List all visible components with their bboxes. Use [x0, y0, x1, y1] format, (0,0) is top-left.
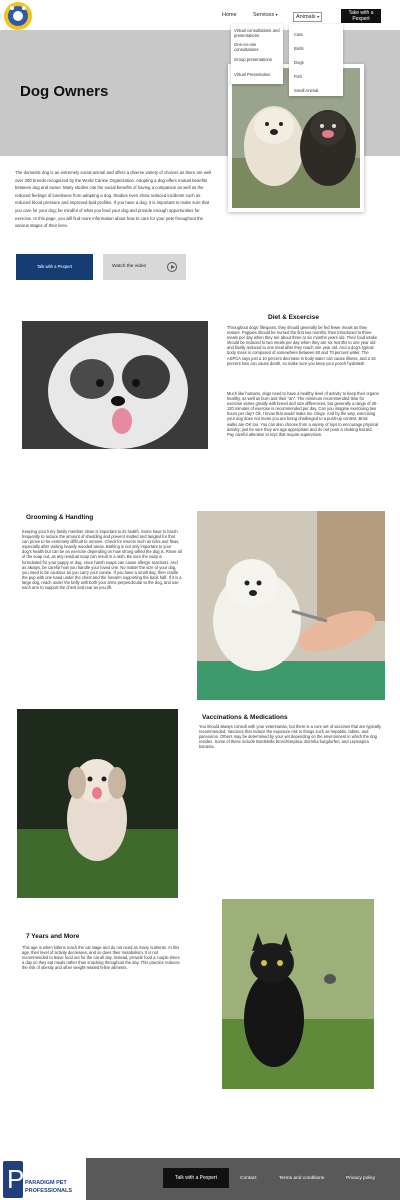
diet-paragraph-1: Throughout dogs' lifespans, they should … — [227, 325, 378, 366]
services-item-virtual-consultations[interactable]: Virtual consultations and presentations — [234, 28, 280, 38]
diet-section-title: Diet & Excercise — [268, 314, 319, 321]
running-puppy-image — [17, 709, 178, 898]
grooming-paragraph: Keeping your furry family member clean i… — [22, 529, 182, 591]
chevron-down-icon: ▾ — [317, 14, 320, 19]
site-logo[interactable] — [0, 0, 36, 32]
footer-privacy-link[interactable]: Privacy policy — [346, 1176, 375, 1181]
footer-terms-link[interactable]: Terms and conditions — [279, 1176, 324, 1181]
animals-item-birds[interactable]: Birds — [294, 46, 304, 51]
grooming-section-title: Grooming & Handling — [26, 514, 94, 521]
services-dropdown: Virtual consultations and presentations … — [231, 24, 283, 84]
animals-item-dogs[interactable]: Dogs — [294, 60, 304, 65]
animals-item-cats[interactable]: Cats — [294, 32, 303, 37]
animals-item-small-animal[interactable]: Small Animal — [294, 88, 318, 93]
chevron-down-icon: ▾ — [275, 12, 278, 17]
nav-animals-label: Animals — [296, 14, 316, 20]
talk-with-pexpert-button[interactable]: Talk with a Pexpert — [16, 254, 93, 280]
seven-years-paragraph: This age is when kittens reach the cat s… — [22, 945, 180, 971]
shih-tzu-image — [22, 321, 208, 449]
footer-logo-line1: PARADIGM PET — [25, 1180, 67, 1186]
nav-animals-menu[interactable]: Animals ▾ — [293, 12, 323, 22]
watch-video-label: Watch the video — [112, 264, 147, 269]
hero-intro-text: The domestic dog is an extremely social … — [15, 170, 212, 229]
grooming-poodle-image — [197, 511, 385, 700]
nav-services-label: Services — [253, 12, 275, 18]
vaccines-paragraph: You should always consult with your vete… — [199, 724, 381, 750]
svg-text:P: P — [7, 1164, 24, 1194]
services-item-group[interactable]: Group presentations — [234, 57, 280, 62]
animals-dropdown: Cats Birds Dogs Fish Small Animal — [289, 24, 343, 96]
animals-item-fish[interactable]: Fish — [294, 74, 302, 79]
diet-paragraph-2: Much like humans, dogs need to have a he… — [227, 391, 379, 437]
footer-logo[interactable]: P PARADIGM PET PROFESSIONALS — [0, 1158, 86, 1200]
seven-years-section-title: 7 Years and More — [26, 933, 80, 940]
nav-home-link[interactable]: Home — [222, 12, 237, 18]
vaccines-section-title: Vaccinations & Medications — [202, 714, 288, 721]
footer-contact-link[interactable]: Contact — [240, 1176, 257, 1181]
nav-services-menu[interactable]: Services ▾ — [253, 12, 278, 18]
page-title: Dog Owners — [20, 83, 109, 100]
services-item-virtual-presentation[interactable]: Virtual Presentation — [234, 72, 280, 77]
services-item-one-on-one[interactable]: One-on-one consultations — [234, 42, 280, 52]
header-cta-button[interactable]: Take with a Pexpert — [341, 9, 381, 23]
watch-video-button[interactable]: Watch the video — [103, 254, 186, 280]
footer-cta-button[interactable]: Talk with a Pexpert — [163, 1168, 229, 1188]
black-cat-image — [222, 899, 374, 1089]
play-icon — [167, 262, 177, 272]
footer-logo-line2: PROFESSIONALS — [25, 1188, 73, 1194]
